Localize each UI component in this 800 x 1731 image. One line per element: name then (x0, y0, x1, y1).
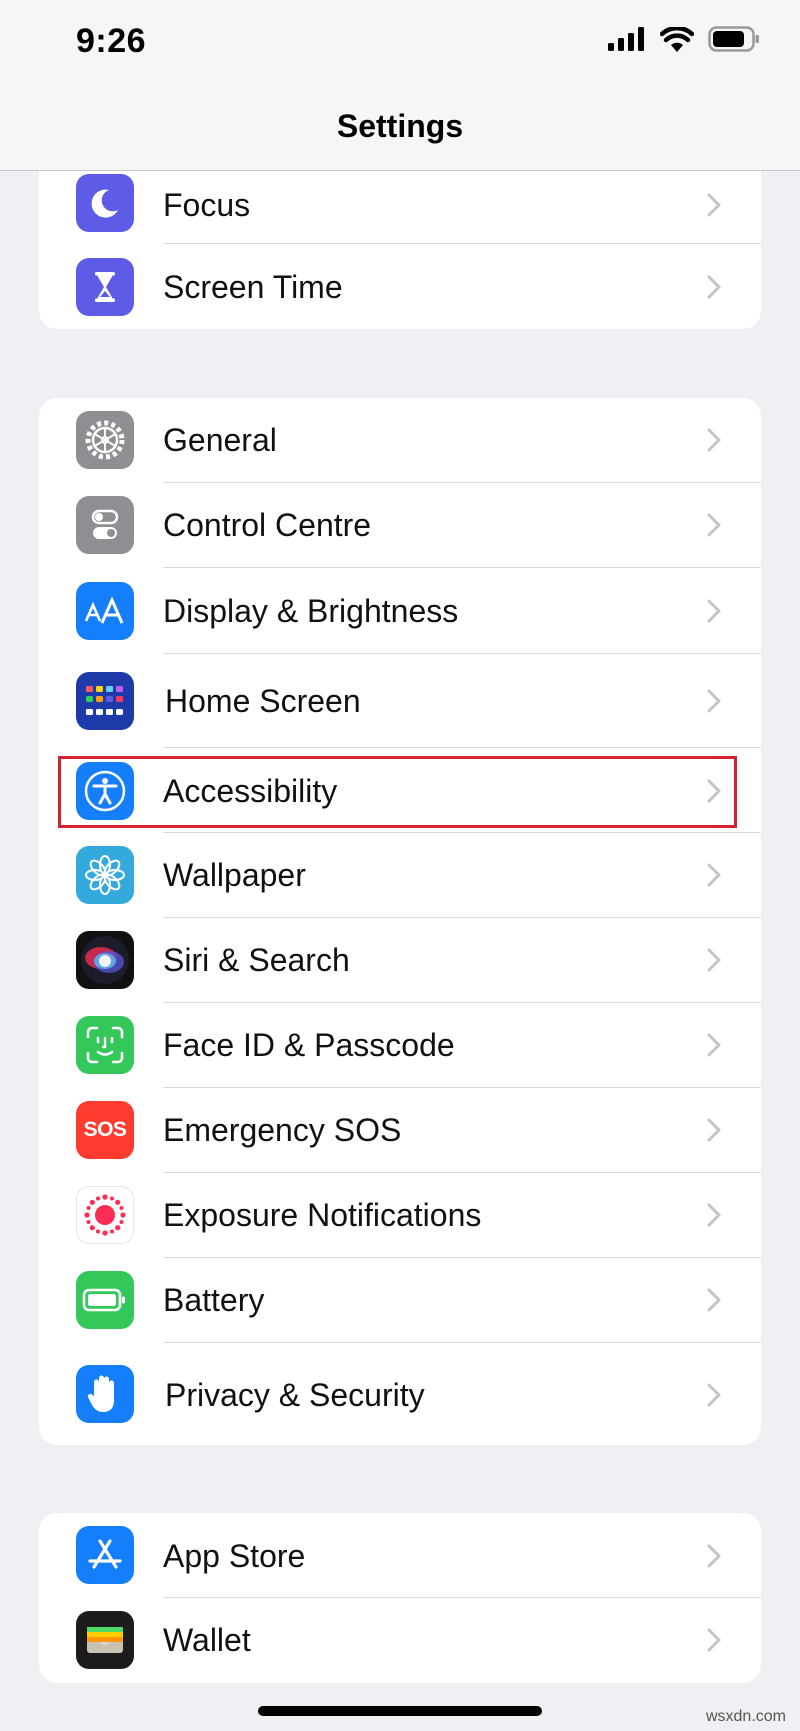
settings-row-label: Wallpaper (163, 857, 306, 893)
settings-row-control-centre[interactable]: Control Centre (39, 483, 761, 568)
chevron-right-icon (707, 1203, 721, 1227)
settings-row-privacy-security[interactable]: Privacy & Security (39, 1343, 761, 1445)
status-bar: 9:26 (0, 0, 800, 90)
sos-icon: SOS (76, 1101, 134, 1159)
chevron-right-icon (707, 1628, 721, 1652)
settings-row-wallpaper[interactable]: Wallpaper (39, 833, 761, 918)
accessibility-highlight-box (58, 756, 737, 828)
toggles-icon (76, 496, 134, 554)
settings-row-label: Home Screen (165, 683, 361, 719)
settings-row-label: Display & Brightness (163, 593, 459, 629)
chevron-right-icon (707, 599, 721, 623)
navigation-bar: Settings (0, 90, 800, 171)
chevron-right-icon (707, 1033, 721, 1057)
sos-icon-text: SOS (83, 1118, 127, 1141)
settings-row-battery[interactable]: Battery (39, 1258, 761, 1343)
settings-row-label: Control Centre (163, 507, 372, 543)
settings-row-label: Wallet (163, 1622, 251, 1658)
settings-row-label: App Store (163, 1538, 306, 1574)
page-title: Settings (336, 108, 464, 144)
settings-group-store: App Store Wallet (39, 1513, 761, 1683)
chevron-right-icon (707, 1288, 721, 1312)
watermark: wsxdn.com (705, 1708, 786, 1725)
exposure-icon (76, 1186, 134, 1244)
gear-icon (76, 411, 134, 469)
face-id-icon (76, 1016, 134, 1074)
chevron-right-icon (707, 1118, 721, 1142)
settings-row-screen-time[interactable]: Screen Time (39, 244, 761, 329)
settings-row-emergency-sos[interactable]: SOS Emergency SOS (39, 1088, 761, 1173)
settings-row-display-brightness[interactable]: Display & Brightness (39, 568, 761, 654)
siri-icon (76, 931, 134, 989)
settings-row-label: Privacy & Security (165, 1377, 425, 1413)
battery-status-icon (708, 26, 759, 52)
settings-row-label: Screen Time (163, 269, 343, 305)
chevron-right-icon (707, 863, 721, 887)
settings-row-siri-search[interactable]: Siri & Search (39, 918, 761, 1003)
settings-row-general[interactable]: General (39, 398, 761, 483)
moon-icon (76, 174, 134, 232)
hourglass-icon (76, 258, 134, 316)
settings-group-focus: Focus Screen Time (39, 171, 761, 329)
settings-row-label: Exposure Notifications (163, 1197, 482, 1233)
app-store-icon (76, 1526, 134, 1584)
settings-row-face-id[interactable]: Face ID & Passcode (39, 1003, 761, 1088)
settings-row-label: Face ID & Passcode (163, 1027, 455, 1063)
settings-row-label: General (163, 422, 277, 458)
text-size-icon (76, 582, 134, 640)
battery-icon (76, 1271, 134, 1329)
cellular-signal-icon (608, 27, 644, 51)
settings-group-main: General Control Centre Display & Brightn… (39, 398, 761, 1445)
settings-row-wallet[interactable]: Wallet (39, 1598, 761, 1683)
settings-row-focus[interactable]: Focus (39, 171, 761, 244)
settings-row-app-store[interactable]: App Store (39, 1513, 761, 1598)
chevron-right-icon (707, 193, 721, 217)
chevron-right-icon (707, 428, 721, 452)
app-grid-icon (76, 672, 134, 730)
chevron-right-icon (707, 513, 721, 537)
status-time: 9:26 (76, 22, 147, 60)
wallet-icon (76, 1611, 134, 1669)
chevron-right-icon (707, 689, 721, 713)
settings-row-label: Siri & Search (163, 942, 350, 978)
flower-icon (76, 846, 134, 904)
home-indicator[interactable] (258, 1706, 542, 1716)
hand-icon (76, 1365, 134, 1423)
chevron-right-icon (707, 948, 721, 972)
settings-row-label: Battery (163, 1282, 265, 1318)
chevron-right-icon (707, 1383, 721, 1407)
settings-row-label: Focus (163, 187, 251, 223)
settings-row-exposure-notifications[interactable]: Exposure Notifications (39, 1173, 761, 1258)
settings-row-label: Emergency SOS (163, 1112, 402, 1148)
chevron-right-icon (707, 275, 721, 299)
chevron-right-icon (707, 1544, 721, 1568)
settings-row-home-screen[interactable]: Home Screen (39, 654, 761, 748)
status-icons (608, 26, 760, 52)
wifi-icon (660, 26, 694, 52)
